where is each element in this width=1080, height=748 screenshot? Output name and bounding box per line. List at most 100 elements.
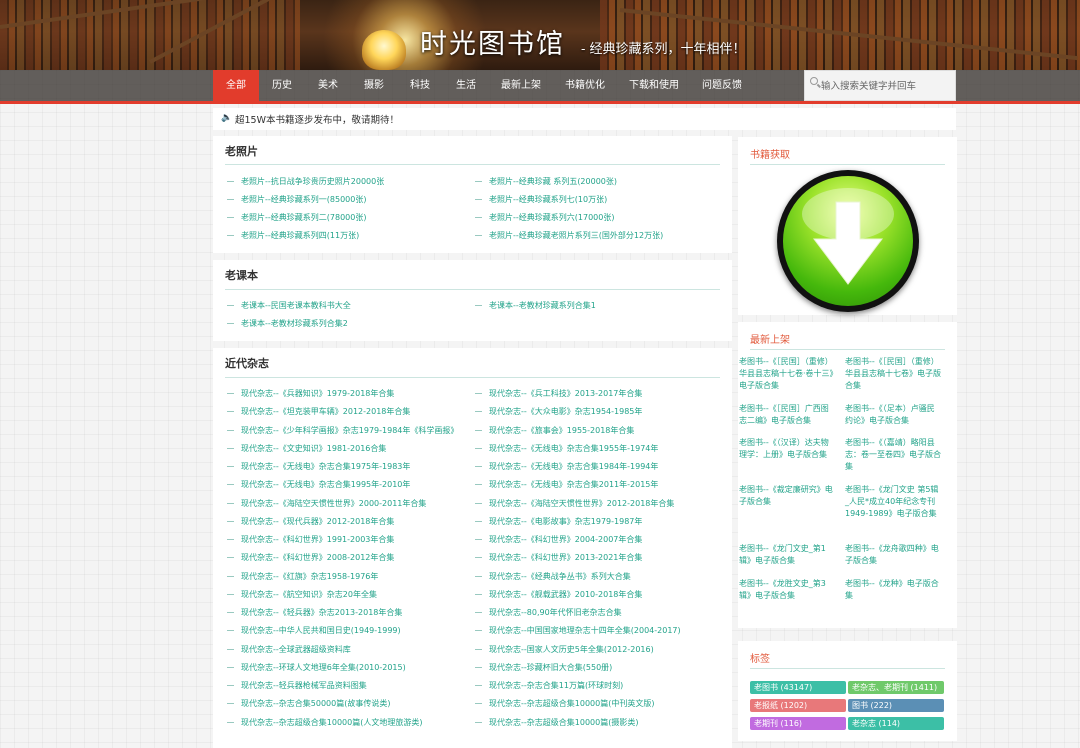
divider [750, 668, 945, 669]
tag-old-magazines[interactable]: 老杂志、老期刊 (1411) [848, 681, 944, 694]
sidebar-title: 最新上架 [750, 335, 790, 346]
nav-item-art[interactable]: 美术 [305, 70, 351, 102]
list-item[interactable]: 现代杂志--《经典战争丛书》系列大合集 [475, 571, 631, 582]
list-item[interactable]: 现代杂志--杂志超级合集10000篇(人文地理旅游类) [227, 717, 422, 728]
section-modern-magazines: 近代杂志 现代杂志--《兵器知识》1979-2018年合集 现代杂志--《兵工科技… [213, 348, 732, 748]
site-title[interactable]: 时光图书馆 [420, 22, 565, 61]
list-item[interactable]: 现代杂志--《无线电》杂志合集1975年-1983年 [227, 461, 410, 472]
latest-book-link[interactable]: 老图书--《龙胜文史_第3辑》电子版合集 [739, 578, 835, 602]
nav-item-feedback[interactable]: 问题反馈 [691, 70, 753, 102]
list-item[interactable]: 现代杂志--《舰载武器》2010-2018年合集 [475, 589, 642, 600]
download-button[interactable] [777, 170, 919, 312]
list-item[interactable]: 现代杂志--《红旗》杂志1958-1976年 [227, 571, 378, 582]
tag-old-periodicals[interactable]: 老期刊 (116) [750, 717, 846, 730]
list-item[interactable]: 现代杂志--中华人民共和国日史(1949-1999) [227, 625, 401, 636]
latest-book-link[interactable]: 老图书--《［民国］（重修）华县县志稿十七卷》电子版合集 [845, 356, 941, 392]
nav-item-technology[interactable]: 科技 [397, 70, 443, 102]
download-arrow-icon [783, 176, 913, 306]
nav-item-latest[interactable]: 最新上架 [489, 70, 553, 102]
latest-book-link[interactable]: 老图书--《［民国］广西图志二编》电子版合集 [739, 403, 835, 427]
list-item[interactable]: 现代杂志--80,90年代怀旧老杂志合集 [475, 607, 622, 618]
list-item[interactable]: 现代杂志--《科幻世界》2008-2012年合集 [227, 552, 394, 563]
list-item[interactable]: 现代杂志--《海陆空天惯性世界》2000-2011年合集 [227, 498, 426, 509]
divider [225, 377, 720, 378]
list-item[interactable]: 老照片--抗日战争珍贵历史照片20000张 [227, 176, 384, 187]
list-item[interactable]: 老课本--老教材珍藏系列合集2 [227, 318, 348, 329]
latest-book-link[interactable]: 老图书--《龙舟歌四种》电子版合集 [845, 543, 941, 567]
latest-book-link[interactable]: 老图书--《龙种》电子版合集 [845, 578, 941, 602]
sidebar-latest-panel: 最新上架 老图书--《［民国］（重修）华县县志稿十七卷·卷十三》电子版合集 老图… [738, 322, 957, 628]
list-item[interactable]: 现代杂志--《少年科学画报》杂志1979-1984年《科学画报》 [227, 425, 458, 436]
nav-item-history[interactable]: 历史 [259, 70, 305, 102]
lamp-icon [362, 30, 406, 70]
nav-item-book-optimize[interactable]: 书籍优化 [553, 70, 617, 102]
list-item[interactable]: 现代杂志--国家人文历史5年全集(2012-2016) [475, 644, 654, 655]
latest-book-link[interactable]: 老图书--《龙门文史 第5辑_人民*成立40年纪念专刊1949-1989》电子版… [845, 484, 941, 520]
list-item[interactable]: 现代杂志--《坦克装甲车辆》2012-2018年合集 [227, 406, 410, 417]
list-item[interactable]: 老课本--老教材珍藏系列合集1 [475, 300, 596, 311]
list-item[interactable]: 现代杂志--《无线电》杂志合集1955年-1974年 [475, 443, 658, 454]
search-input[interactable] [821, 77, 951, 95]
list-item[interactable]: 老照片--经典珍藏 系列五(20000张) [475, 176, 617, 187]
list-item[interactable]: 现代杂志--《科幻世界》1991-2003年合集 [227, 534, 394, 545]
list-item[interactable]: 现代杂志--杂志超级合集10000篇(中刊英文版) [475, 698, 654, 709]
latest-book-link[interactable]: 老图书--《龙门文史_第1辑》电子版合集 [739, 543, 835, 567]
list-item[interactable]: 老照片--经典珍藏老照片系列三(国外部分12万张) [475, 230, 663, 241]
list-item[interactable]: 现代杂志--《电影故事》杂志1979-1987年 [475, 516, 642, 527]
section-title[interactable]: 老课本 [225, 267, 258, 283]
list-item[interactable]: 现代杂志--珍藏杯旧大合集(550册) [475, 662, 612, 673]
divider [750, 349, 945, 350]
tag-old-books[interactable]: 老图书 (43147) [750, 681, 846, 694]
latest-book-link[interactable]: 老图书--《（足本）卢骚民约论》电子版合集 [845, 403, 941, 427]
list-item[interactable]: 老课本--民国老课本教科书大全 [227, 300, 351, 311]
list-item[interactable]: 老照片--经典珍藏系列一(85000张) [227, 194, 366, 205]
list-item[interactable]: 现代杂志--《无线电》杂志合集2011年-2015年 [475, 479, 658, 490]
latest-book-link[interactable]: 老图书--《（嘉靖）略阳县志：卷一至卷四》电子版合集 [845, 437, 941, 473]
list-item[interactable]: 现代杂志--《科幻世界》2004-2007年合集 [475, 534, 642, 545]
list-item[interactable]: 现代杂志--《航空知识》杂志20年全集 [227, 589, 377, 600]
list-item[interactable]: 老照片--经典珍藏系列七(10万张) [475, 194, 607, 205]
tag-books[interactable]: 图书 (222) [848, 699, 944, 712]
latest-book-link[interactable]: 老图书--《［民国］（重修）华县县志稿十七卷·卷十三》电子版合集 [739, 356, 835, 392]
latest-book-link[interactable]: 老图书--《裁定廉研究》电子版合集 [739, 484, 835, 508]
search-box [804, 70, 956, 101]
list-item[interactable]: 现代杂志--《文史知识》1981-2016合集 [227, 443, 386, 454]
list-item[interactable]: 现代杂志--《无线电》杂志合集1995年-2010年 [227, 479, 410, 490]
latest-book-link[interactable]: 老图书--《（汉译）达夫物理学：上册》电子版合集 [739, 437, 835, 461]
section-old-textbooks: 老课本 老课本--民国老课本教科书大全 老课本--老教材珍藏系列合集1 老课本-… [213, 260, 732, 341]
list-item[interactable]: 现代杂志--全球武器超级资料库 [227, 644, 351, 655]
divider [225, 289, 720, 290]
site-subtitle: - 经典珍藏系列，十年相伴！ [581, 42, 746, 57]
section-title[interactable]: 老照片 [225, 143, 258, 159]
list-item[interactable]: 现代杂志--《大众电影》杂志1954-1985年 [475, 406, 642, 417]
list-item[interactable]: 现代杂志--杂志超级合集10000篇(摄影类) [475, 717, 638, 728]
section-old-photos: 老照片 老照片--抗日战争珍贵历史照片20000张 老照片--经典珍藏 系列五(… [213, 136, 732, 253]
list-item[interactable]: 现代杂志--环球人文地理6年全集(2010-2015) [227, 662, 406, 673]
list-item[interactable]: 现代杂志--《无线电》杂志合集1984年-1994年 [475, 461, 658, 472]
nav-item-life[interactable]: 生活 [443, 70, 489, 102]
list-item[interactable]: 现代杂志--《科幻世界》2013-2021年合集 [475, 552, 642, 563]
list-item[interactable]: 老照片--经典珍藏系列二(78000张) [227, 212, 366, 223]
tag-old-magazines-2[interactable]: 老杂志 (114) [848, 717, 944, 730]
list-item[interactable]: 现代杂志--轻兵器枪械军品资料图集 [227, 680, 367, 691]
nav-item-photography[interactable]: 摄影 [351, 70, 397, 102]
list-item[interactable]: 现代杂志--中国国家地理杂志十四年全集(2004-2017) [475, 625, 681, 636]
divider [225, 164, 720, 165]
list-item[interactable]: 现代杂志--《轻兵器》杂志2013-2018年合集 [227, 607, 402, 618]
list-item[interactable]: 现代杂志--杂志合集11万篇(环球时刻) [475, 680, 623, 691]
sidebar-tags-panel: 标签 老图书 (43147) 老杂志、老期刊 (1411) 老报纸 (1202)… [738, 641, 957, 741]
list-item[interactable]: 老照片--经典珍藏系列六(17000张) [475, 212, 614, 223]
list-item[interactable]: 老照片--经典珍藏系列四(11万张) [227, 230, 359, 241]
list-item[interactable]: 现代杂志--《兵工科技》2013-2017年合集 [475, 388, 642, 399]
nav-item-download-use[interactable]: 下载和使用 [617, 70, 691, 102]
tag-old-newspapers[interactable]: 老报纸 (1202) [750, 699, 846, 712]
list-item[interactable]: 现代杂志--《海陆空天惯性世界》2012-2018年合集 [475, 498, 674, 509]
list-item[interactable]: 现代杂志--杂志合集50000篇(故事传说类) [227, 698, 390, 709]
section-title[interactable]: 近代杂志 [225, 355, 269, 371]
list-item[interactable]: 现代杂志--《现代兵器》2012-2018年合集 [227, 516, 394, 527]
list-item[interactable]: 现代杂志--《兵器知识》1979-2018年合集 [227, 388, 394, 399]
sidebar-title: 书籍获取 [750, 150, 790, 161]
header-banner: 时光图书馆 - 经典珍藏系列，十年相伴！ [0, 0, 1080, 70]
list-item[interactable]: 现代杂志--《旅事会》1955-2018年合集 [475, 425, 634, 436]
nav-item-all[interactable]: 全部 [213, 70, 259, 102]
